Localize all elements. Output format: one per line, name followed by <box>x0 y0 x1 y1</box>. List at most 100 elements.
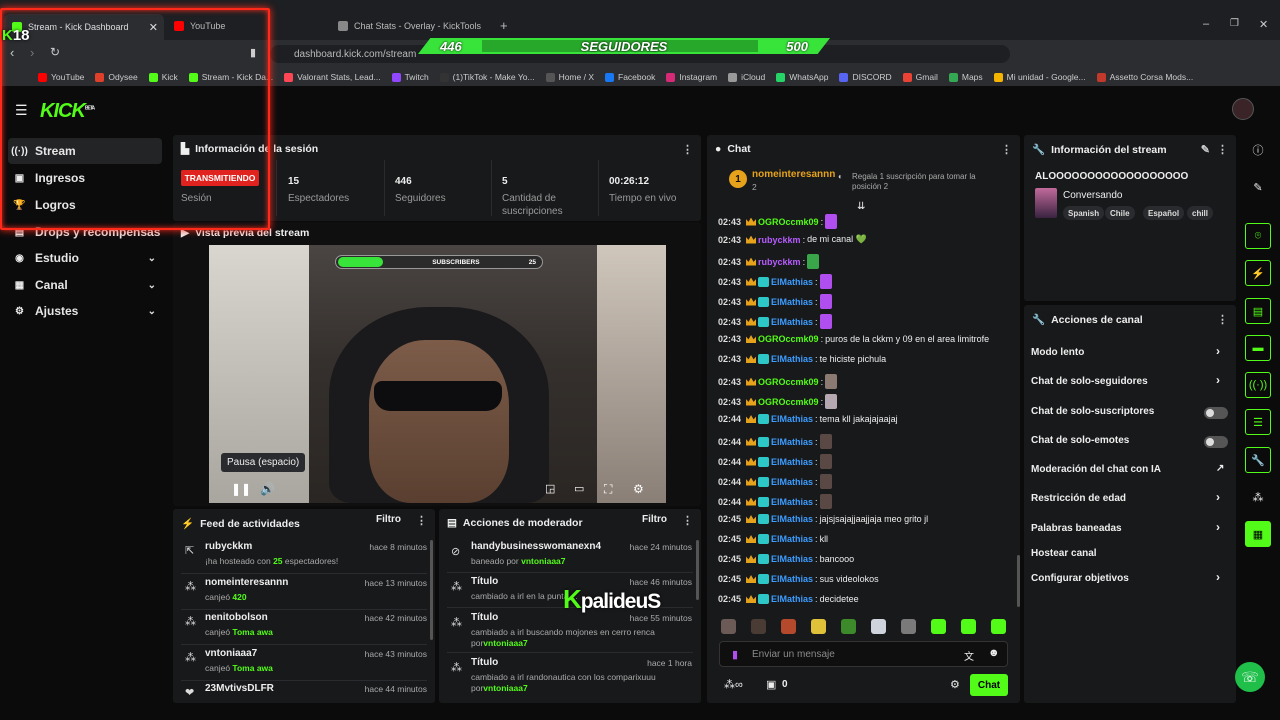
bookmark-item[interactable]: Instagram <box>666 72 717 82</box>
chat-username[interactable]: rubyckkm <box>758 257 801 267</box>
channel-action-4[interactable]: Moderación del chat con IA <box>1031 464 1161 475</box>
bookmark-item[interactable]: (1)TikTok - Make Yo... <box>439 72 535 82</box>
external-link-icon[interactable]: ↗ <box>1216 463 1224 474</box>
close-tab-icon[interactable]: ✕ <box>149 21 158 34</box>
stream-tag[interactable]: Español <box>1143 206 1185 220</box>
chat-username[interactable]: ElMathias <box>771 554 813 564</box>
toggle-switch[interactable] <box>1204 436 1228 448</box>
bookmark-item[interactable]: Maps <box>948 72 983 82</box>
bookmark-item[interactable]: Mi unidad - Google... <box>993 72 1086 82</box>
edit-pencil-icon[interactable]: ✎ <box>1201 143 1210 156</box>
bookmark-item[interactable]: Assetto Corsa Mods... <box>1096 72 1193 82</box>
hamburger-icon[interactable]: ☰ <box>15 102 28 119</box>
mod-actor[interactable]: vntoniaaa7 <box>521 556 565 566</box>
channel-action-6[interactable]: Palabras baneadas <box>1031 523 1122 534</box>
chat-username[interactable]: ElMathias <box>771 437 813 447</box>
mod-actor[interactable]: vntoniaaa7 <box>483 683 527 693</box>
edit-pencil-icon[interactable]: ✎ <box>1245 174 1271 200</box>
channel-action-0[interactable]: Modo lento <box>1031 347 1084 358</box>
bookmark-item[interactable]: Twitch <box>391 72 429 82</box>
chat-username[interactable]: OGROccmk09 <box>758 217 819 227</box>
channel-action-7[interactable]: Hostear canal <box>1031 548 1097 559</box>
feed-user[interactable]: rubyckkm <box>205 541 252 552</box>
emote-icon[interactable] <box>991 619 1006 634</box>
minimize-icon[interactable]: – <box>1203 18 1209 30</box>
chat-message-input[interactable]: ▮ Enviar un mensaje 文 ☻ <box>719 641 1008 667</box>
volume-icon[interactable]: 🔊 <box>260 482 275 496</box>
toggle-switch[interactable] <box>1204 407 1228 419</box>
bookmark-item[interactable]: Odysee <box>95 72 138 82</box>
support-chat-icon[interactable]: ☏ <box>1235 662 1265 692</box>
emote-icon[interactable] <box>931 619 946 634</box>
category-thumbnail[interactable] <box>1035 188 1057 218</box>
chat-username[interactable]: ElMathias <box>771 497 813 507</box>
feed-user[interactable]: 23MvtivsDLFR <box>205 683 274 694</box>
bookmark-item[interactable]: Kick <box>148 72 178 82</box>
bookmark-item[interactable]: Facebook <box>605 72 655 82</box>
emote-icon[interactable] <box>841 619 856 634</box>
chevron-right-icon[interactable]: › <box>1216 520 1220 534</box>
bookmark-item[interactable]: YouTube <box>38 72 84 82</box>
mod-filter-button[interactable]: Filtro <box>642 514 667 525</box>
broadcast-icon[interactable]: ((·)) <box>1245 372 1271 398</box>
chat-icon[interactable]: ▬ <box>1245 335 1271 361</box>
forward-icon[interactable]: › <box>30 45 34 60</box>
bookmark-item[interactable]: WhatsApp <box>776 72 828 82</box>
sidebar-item-drops[interactable]: ▤ Drops y recompensas <box>8 219 162 245</box>
chat-username[interactable]: rubyckkm <box>758 235 801 245</box>
document-icon[interactable]: ▤ <box>1245 298 1271 324</box>
stream-tag[interactable]: Spanish <box>1063 206 1105 220</box>
clapper-icon[interactable]: ▦ <box>1245 521 1271 547</box>
chat-username[interactable]: OGROccmk09 <box>758 397 819 407</box>
emote-icon[interactable] <box>871 619 886 634</box>
info-icon[interactable]: ⓘ <box>1245 137 1271 163</box>
tab-kicktools[interactable]: Chat Stats - Overlay - KickTools <box>338 14 498 38</box>
emote-icon[interactable] <box>721 619 736 634</box>
chat-username[interactable]: ElMathias <box>771 477 813 487</box>
feed-user[interactable]: nenitobolson <box>205 612 268 623</box>
fullscreen-icon[interactable]: ⛶ <box>604 482 612 497</box>
chat-username[interactable]: OGROccmk09 <box>758 377 819 387</box>
wrench-icon[interactable]: 🔧 <box>1245 447 1271 473</box>
sidebar-item-ingresos[interactable]: ▣ Ingresos <box>8 165 162 191</box>
channel-action-3[interactable]: Chat de solo-emotes <box>1031 435 1129 446</box>
sidebar-item-logros[interactable]: 🏆 Logros <box>8 192 162 218</box>
channel-action-1[interactable]: Chat de solo-seguidores <box>1031 376 1148 387</box>
bookmark-item[interactable]: Gmail <box>902 72 938 82</box>
layout-icon[interactable]: ☰ <box>1245 409 1271 435</box>
camera-icon[interactable]: ⌾ <box>1245 223 1271 249</box>
gift-prompt[interactable]: ◐ Regala 1 suscripción para tomar la posi… <box>838 172 988 192</box>
channel-action-5[interactable]: Restricción de edad <box>1031 493 1126 504</box>
pinned-gifter[interactable]: nomeinteresannn <box>752 169 835 180</box>
mic-icon[interactable]: ▮ <box>732 648 738 661</box>
feed-filter-button[interactable]: Filtro <box>376 514 401 525</box>
emote-icon[interactable] <box>751 619 766 634</box>
bookmark-item[interactable]: Valorant Stats, Lead... <box>284 72 381 82</box>
chevron-right-icon[interactable]: › <box>1216 490 1220 504</box>
send-chat-button[interactable]: Chat <box>970 674 1008 696</box>
chat-username[interactable]: ElMathias <box>771 594 813 604</box>
feed-scrollbar[interactable] <box>430 540 433 640</box>
emote-icon[interactable] <box>811 619 826 634</box>
chevron-right-icon[interactable]: › <box>1216 570 1220 584</box>
stream-tag[interactable]: Chile <box>1105 206 1135 220</box>
emoji-icon[interactable]: ☻ <box>988 647 1000 659</box>
more-options-icon[interactable]: ⋮ <box>682 514 693 527</box>
chevron-right-icon[interactable]: › <box>1216 344 1220 358</box>
channel-points-icon[interactable]: ⁂∞ <box>724 678 743 691</box>
theater-icon[interactable]: ▭ <box>574 482 584 495</box>
stream-tag[interactable]: chill <box>1187 206 1214 220</box>
chat-username[interactable]: ElMathias <box>771 354 813 364</box>
more-options-icon[interactable]: ⋮ <box>1217 313 1228 326</box>
reload-icon[interactable]: ↻ <box>50 45 60 59</box>
chat-scrollbar[interactable] <box>1017 555 1020 607</box>
collapse-icon[interactable]: ⇊ <box>857 201 865 212</box>
more-options-icon[interactable]: ⋮ <box>416 514 427 527</box>
bookmark-item[interactable]: iCloud <box>728 72 765 82</box>
chat-settings-icon[interactable]: ⚙ <box>950 678 960 691</box>
gift-box-icon[interactable]: ▣ <box>766 678 776 691</box>
chat-username[interactable]: ElMathias <box>771 514 813 524</box>
chat-username[interactable]: ElMathias <box>771 297 813 307</box>
settings-gear-icon[interactable]: ⚙ <box>633 482 644 496</box>
bookmark-item[interactable]: DISCORD <box>839 72 892 82</box>
